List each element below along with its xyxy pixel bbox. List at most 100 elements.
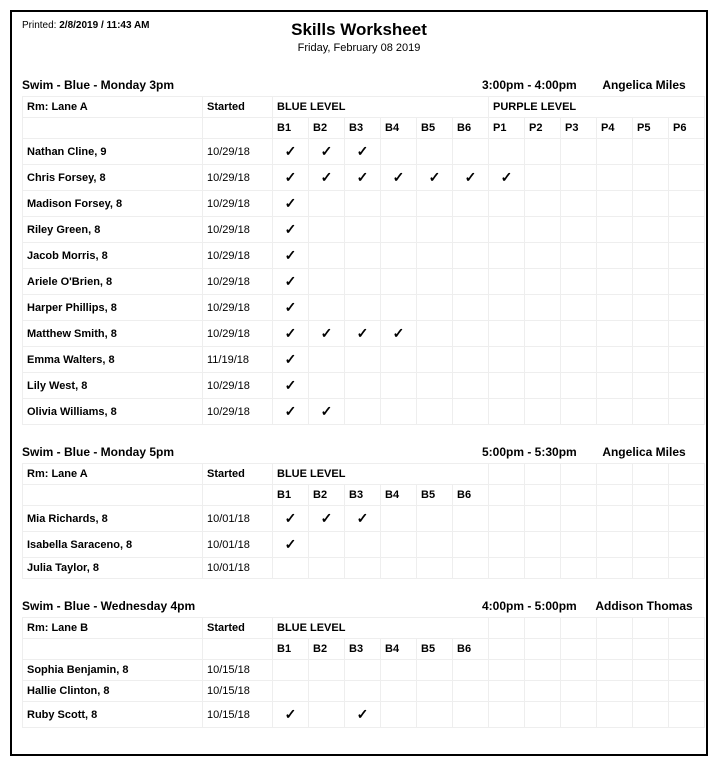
student-started: 10/29/18 [203,165,273,191]
skill-cell [561,243,597,269]
session-instructor: Addison Thomas [592,599,696,613]
started-header: Started [203,618,273,639]
skill-cell [525,295,561,321]
printed-label: Printed: [22,20,56,31]
skill-cell [345,269,381,295]
session-time: 4:00pm - 5:00pm [482,599,592,613]
skill-cell [669,295,705,321]
skill-cell [669,165,705,191]
skill-cell [453,702,489,728]
skill-cell [345,399,381,425]
skill-cell [273,660,309,681]
skill-cell [525,532,561,558]
skill-cell [633,321,669,347]
skill-cell [345,347,381,373]
student-name: Chris Forsey, 8 [23,165,203,191]
student-name: Hallie Clinton, 8 [23,681,203,702]
session-block: Swim - Blue - Monday 3pm3:00pm - 4:00pmA… [22,74,696,425]
skill-cell [381,243,417,269]
skill-cell [597,347,633,373]
skill-cell [525,506,561,532]
skill-cell [561,702,597,728]
skills-table: Rm: Lane BStartedBLUE LEVELB1B2B3B4B5B6S… [22,617,705,728]
skill-col-header: B4 [381,485,417,506]
room-header: Rm: Lane A [23,464,203,485]
skill-col-header: P6 [669,118,705,139]
skill-col-header: B1 [273,118,309,139]
skill-cell [489,373,525,399]
skill-cell [453,532,489,558]
skill-cell [453,347,489,373]
skill-cell [597,191,633,217]
student-row: Ruby Scott, 810/15/18✓✓ [23,702,705,728]
student-started: 10/29/18 [203,217,273,243]
skill-cell [525,191,561,217]
skill-cell [561,295,597,321]
check-icon: ✓ [357,169,369,185]
skill-cell [489,295,525,321]
student-started: 10/29/18 [203,295,273,321]
skill-col-header: B5 [417,118,453,139]
skill-cell [669,373,705,399]
pad-header [561,485,597,506]
check-icon: ✓ [393,325,405,341]
skill-cell: ✓ [273,506,309,532]
pad-header [633,639,669,660]
check-icon: ✓ [357,706,369,722]
skill-cell [453,681,489,702]
student-row: Isabella Saraceno, 810/01/18✓ [23,532,705,558]
student-started: 10/29/18 [203,191,273,217]
skill-cell [417,702,453,728]
skill-col-header: B3 [345,118,381,139]
skill-cell [381,532,417,558]
skill-cell [345,243,381,269]
skill-cell [489,532,525,558]
blank-header [203,639,273,660]
skill-cell [381,660,417,681]
skill-cell [597,243,633,269]
page-subtitle: Friday, February 08 2019 [22,42,696,54]
skill-cell [489,321,525,347]
skill-cell: ✓ [309,399,345,425]
pad-header [669,464,705,485]
student-started: 10/29/18 [203,373,273,399]
skill-cell [345,532,381,558]
skill-cell [489,347,525,373]
skill-cell [273,681,309,702]
skill-cell: ✓ [273,321,309,347]
student-name: Emma Walters, 8 [23,347,203,373]
check-icon: ✓ [321,403,333,419]
student-row: Jacob Morris, 810/29/18✓ [23,243,705,269]
student-row: Nathan Cline, 910/29/18✓✓✓ [23,139,705,165]
skill-cell [453,558,489,579]
skill-cell [489,243,525,269]
student-name: Olivia Williams, 8 [23,399,203,425]
student-name: Riley Green, 8 [23,217,203,243]
skill-cell: ✓ [345,139,381,165]
skill-cell [489,269,525,295]
student-started: 10/15/18 [203,681,273,702]
student-name: Jacob Morris, 8 [23,243,203,269]
pad-header [489,639,525,660]
student-row: Matthew Smith, 810/29/18✓✓✓✓ [23,321,705,347]
skill-cell: ✓ [273,269,309,295]
level-header: BLUE LEVEL [273,464,489,485]
skill-cell [381,506,417,532]
skill-cell [381,702,417,728]
skill-cell [633,373,669,399]
skill-col-header: P1 [489,118,525,139]
skill-cell [453,660,489,681]
skill-cell [633,506,669,532]
skill-cell [633,139,669,165]
skill-col-header: P2 [525,118,561,139]
student-name: Mia Richards, 8 [23,506,203,532]
check-icon: ✓ [285,351,297,367]
pad-header [633,485,669,506]
started-header: Started [203,464,273,485]
pad-header [597,485,633,506]
check-icon: ✓ [321,143,333,159]
skill-cell [489,660,525,681]
skill-cell [381,681,417,702]
session-name: Swim - Blue - Monday 5pm [22,445,482,459]
skill-cell [597,506,633,532]
